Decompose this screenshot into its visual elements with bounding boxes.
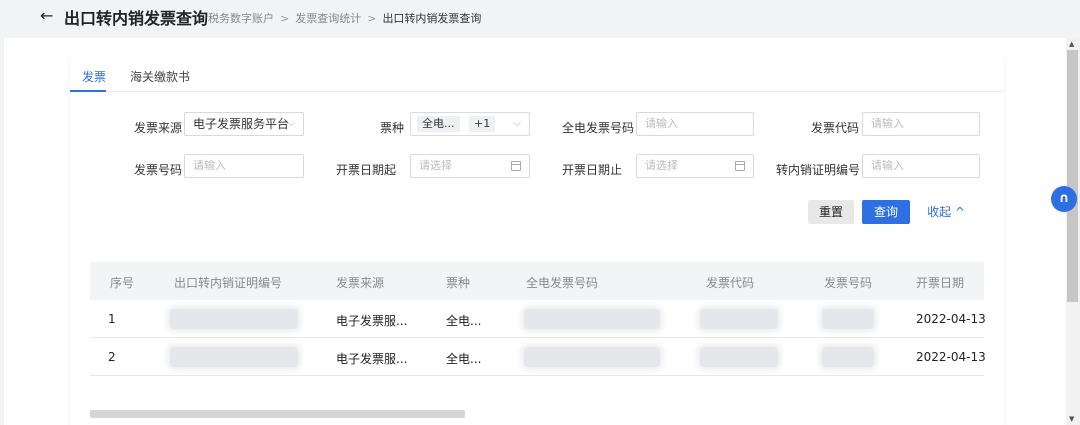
ticket-type-select[interactable]: 全电... +1 ⌵ <box>410 112 530 136</box>
row-index: 1 <box>108 312 116 326</box>
column-header: 出口转内销证明编号 <box>174 276 283 290</box>
invoice-source-select[interactable]: 电子发票服务平台 ⌵ <box>184 112 304 136</box>
chevron-down-icon: ⌵ <box>513 118 521 129</box>
date-start-placeholder: 请选择 <box>419 159 452 172</box>
calendar-icon <box>735 161 745 171</box>
ticket-type-count-tag: +1 <box>469 116 496 132</box>
cert-no-input[interactable]: 请输入 <box>862 154 980 178</box>
redacted-invoice-code <box>700 347 778 367</box>
invoice-source-value: 电子发票服务平台 <box>193 117 290 131</box>
calendar-icon <box>511 161 521 171</box>
query-button[interactable]: 查询 <box>862 200 910 224</box>
redacted-cert-no <box>170 309 298 329</box>
page-title: 出口转内销发票查询 <box>64 9 209 28</box>
invoice-no-label: 发票号码 <box>134 163 183 177</box>
redacted-full-invoice-no <box>524 347 660 367</box>
row-source: 电子发票服... <box>336 314 408 328</box>
scroll-down-arrow-icon[interactable]: ▼ <box>1069 415 1074 423</box>
breadcrumb-item[interactable]: 发票查询统计 <box>295 10 361 26</box>
main-panel: 发票 海关缴款书 发票来源 电子发票服务平台 ⌵ 票种 全电... +1 ⌵ 全… <box>4 38 1066 425</box>
chevron-down-icon: ⌵ <box>287 118 295 129</box>
back-arrow-icon[interactable]: ← <box>40 6 53 25</box>
date-end-placeholder: 请选择 <box>645 159 678 172</box>
content-card: 发票 海关缴款书 发票来源 电子发票服务平台 ⌵ 票种 全电... +1 ⌵ 全… <box>70 56 1004 425</box>
row-index: 2 <box>108 350 116 364</box>
scroll-up-arrow-icon[interactable]: ▲ <box>1069 40 1074 48</box>
invoice-code-label: 发票代码 <box>811 121 860 135</box>
page-header: ← 出口转内销发票查询 税务数字账户 > 发票查询统计 > 出口转内销发票查询 <box>0 0 1080 36</box>
cert-no-label: 转内销证明编号 <box>776 163 861 177</box>
column-header: 票种 <box>446 276 471 290</box>
invoice-no-input[interactable]: 请输入 <box>184 154 304 178</box>
table-header: 序号 出口转内销证明编号 发票来源 票种 全电发票号码 发票代码 发票号码 开票… <box>90 262 984 300</box>
redacted-invoice-no <box>822 347 874 367</box>
reset-button[interactable]: 重置 <box>808 200 854 224</box>
redacted-cert-no <box>170 347 298 367</box>
redacted-full-invoice-no <box>524 309 660 329</box>
column-header: 发票来源 <box>336 276 385 290</box>
breadcrumb-item[interactable]: 税务数字账户 <box>208 10 274 26</box>
row-source: 电子发票服... <box>336 352 408 366</box>
tab-customs-payment[interactable]: 海关缴款书 <box>130 68 190 85</box>
headset-icon[interactable]: ∩ <box>1051 186 1077 212</box>
redacted-invoice-no <box>822 309 874 329</box>
collapse-button[interactable]: 收起 ^ <box>922 200 970 224</box>
breadcrumb-separator: > <box>367 11 377 25</box>
tab-invoice[interactable]: 发票 <box>82 68 106 85</box>
column-header: 发票代码 <box>706 276 755 290</box>
redacted-invoice-code <box>700 309 778 329</box>
row-type: 全电... <box>446 314 482 328</box>
ticket-type-label: 票种 <box>380 121 405 135</box>
column-header: 序号 <box>110 276 135 290</box>
table-row[interactable]: 1 电子发票服... 全电... 2022-04-13 <box>90 300 986 338</box>
horizontal-scrollbar[interactable] <box>90 410 465 418</box>
tab-bar: 发票 海关缴款书 <box>70 56 1004 92</box>
ticket-type-tag: 全电... <box>417 116 460 132</box>
date-start-label: 开票日期起 <box>336 163 397 177</box>
full-invoice-no-label: 全电发票号码 <box>562 121 635 135</box>
date-start-picker[interactable]: 请选择 <box>410 154 530 178</box>
date-end-label: 开票日期止 <box>562 163 623 177</box>
invoice-code-input[interactable]: 请输入 <box>862 112 980 136</box>
row-date: 2022-04-13 <box>916 312 986 326</box>
date-end-picker[interactable]: 请选择 <box>636 154 754 178</box>
invoice-source-label: 发票来源 <box>134 121 183 135</box>
vertical-scrollbar-thumb[interactable] <box>1067 50 1078 302</box>
row-type: 全电... <box>446 352 482 366</box>
column-header: 全电发票号码 <box>526 276 599 290</box>
column-header: 开票日期 <box>916 276 965 290</box>
breadcrumb-separator: > <box>280 11 290 25</box>
table-row[interactable]: 2 电子发票服... 全电... 2022-04-13 <box>90 338 986 376</box>
breadcrumb: 税务数字账户 > 发票查询统计 > 出口转内销发票查询 <box>208 10 481 26</box>
tab-active-indicator <box>70 90 106 92</box>
breadcrumb-current: 出口转内销发票查询 <box>382 12 482 25</box>
full-invoice-no-input[interactable]: 请输入 <box>636 112 754 136</box>
row-date: 2022-04-13 <box>916 350 986 364</box>
column-header: 发票号码 <box>824 276 873 290</box>
